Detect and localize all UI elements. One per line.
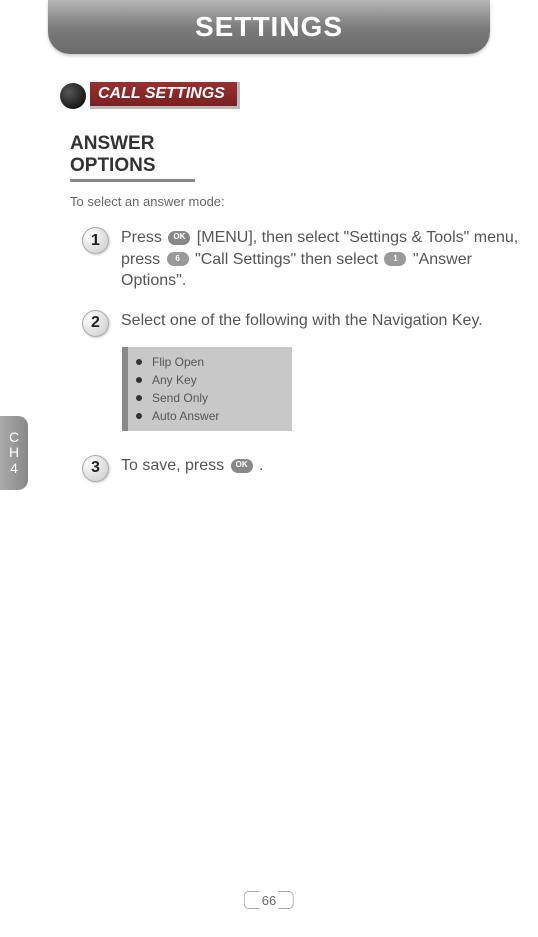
key-1-icon: 1: [384, 252, 406, 266]
key-6-icon: 6: [167, 252, 189, 266]
section-header: CALL SETTINGS: [60, 82, 538, 109]
step-3: 3 To save, press OK .: [82, 455, 538, 482]
page-title: SETTINGS: [195, 11, 343, 43]
option-label: Flip Open: [152, 355, 204, 369]
bullet-icon: [136, 395, 142, 401]
chapter-number: 4: [10, 461, 18, 476]
section-bullet-icon: [60, 83, 86, 109]
chapter-tab: C H 4: [0, 416, 28, 490]
option-label: Send Only: [152, 391, 208, 405]
step-number-badge: 2: [82, 310, 109, 337]
text-fragment: "Call Settings" then select: [191, 251, 383, 268]
text-fragment: To save, press: [121, 457, 229, 474]
text-fragment: .: [255, 457, 264, 474]
ok-button-icon: OK: [231, 459, 253, 473]
subsection-subtext: To select an answer mode:: [70, 194, 538, 209]
step-text: Select one of the following with the Nav…: [121, 310, 538, 332]
chapter-letter: H: [9, 445, 19, 460]
subsection-title: ANSWER OPTIONS: [70, 133, 195, 182]
section-label: CALL SETTINGS: [90, 82, 240, 109]
option-label: Auto Answer: [152, 409, 219, 423]
list-item: Send Only: [128, 389, 292, 407]
step-1: 1 Press OK [MENU], then select "Settings…: [82, 227, 538, 292]
ok-button-icon: OK: [168, 231, 190, 245]
bullet-icon: [136, 377, 142, 383]
step-2: 2 Select one of the following with the N…: [82, 310, 538, 337]
step-number-badge: 1: [82, 227, 109, 254]
list-item: Auto Answer: [128, 407, 292, 425]
bullet-icon: [136, 413, 142, 419]
step-text: To save, press OK .: [121, 455, 538, 477]
header-banner: SETTINGS: [48, 0, 490, 54]
page-deco-left-icon: [244, 891, 260, 909]
list-item: Flip Open: [128, 353, 292, 371]
step-text: Press OK [MENU], then select "Settings &…: [121, 227, 538, 292]
page-number-container: 66: [244, 891, 294, 909]
bullet-icon: [136, 359, 142, 365]
options-box: Flip Open Any Key Send Only Auto Answer: [122, 347, 292, 431]
list-item: Any Key: [128, 371, 292, 389]
option-label: Any Key: [152, 373, 197, 387]
text-fragment: Press: [121, 229, 166, 246]
page-deco-right-icon: [278, 891, 294, 909]
step-number-badge: 3: [82, 455, 109, 482]
chapter-letter: C: [9, 430, 19, 445]
page-number: 66: [260, 893, 278, 908]
